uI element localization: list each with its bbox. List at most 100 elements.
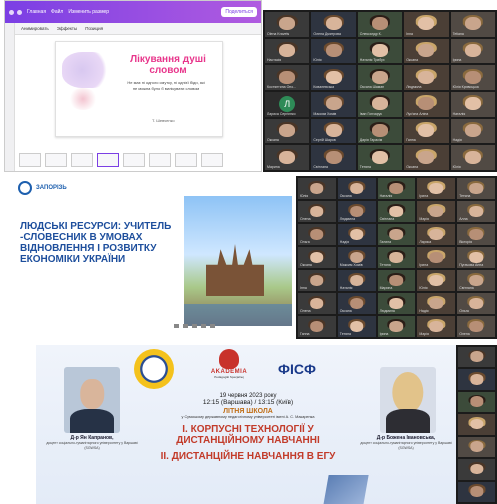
- slide-thumb[interactable]: [19, 153, 41, 167]
- participant-tile[interactable]: Оксана: [337, 178, 376, 199]
- participant-tile[interactable]: [458, 459, 495, 480]
- participant-tile[interactable]: Лук'яна Аліна: [404, 91, 449, 117]
- next-slide-icon[interactable]: [210, 323, 215, 328]
- participant-tile[interactable]: Ковалевська: [311, 65, 356, 90]
- participant-tile[interactable]: Тетяна: [357, 145, 403, 170]
- share-button[interactable]: Поделиться: [221, 7, 257, 17]
- participant-tile[interactable]: Світлана: [311, 145, 356, 170]
- participant-tile[interactable]: Вікторія: [457, 224, 495, 245]
- participant-tile[interactable]: Ольга: [457, 293, 495, 314]
- participant-tile[interactable]: Юлія Кривоцька: [450, 65, 495, 90]
- participant-face: [469, 205, 483, 217]
- slide-thumb[interactable]: [71, 153, 93, 167]
- participant-name: Ганна: [406, 138, 416, 143]
- menu-resize[interactable]: Изменить размер: [68, 9, 109, 15]
- participant-tile[interactable]: Юлія: [311, 38, 356, 64]
- participant-tile[interactable]: Алла: [457, 201, 495, 222]
- participant-tile[interactable]: Олена: [457, 316, 495, 337]
- presentation-controls: [174, 322, 274, 329]
- participant-tile[interactable]: Марина: [265, 145, 310, 170]
- participant-tile[interactable]: Ірина: [377, 316, 416, 337]
- participant-tile[interactable]: Оксана: [265, 118, 310, 144]
- participant-tile[interactable]: Оксана Шаман: [357, 65, 403, 90]
- toolbar-effects[interactable]: Эффекты: [57, 26, 77, 31]
- participant-tile[interactable]: Марина: [377, 270, 416, 291]
- participant-tile[interactable]: Оксана: [298, 247, 336, 268]
- slide-thumb[interactable]: [175, 153, 197, 167]
- participant-tile[interactable]: Надія: [417, 293, 456, 314]
- participant-tile[interactable]: Юлія: [450, 145, 495, 170]
- participant-tile[interactable]: Олександр К.: [357, 12, 403, 37]
- prev-slide-icon[interactable]: [174, 323, 179, 328]
- participant-tile[interactable]: [458, 414, 495, 435]
- participant-tile[interactable]: Сергій Шаров: [311, 118, 356, 144]
- participant-tile[interactable]: Максим Хомів: [337, 247, 376, 268]
- participant-tile[interactable]: Л Лариса Сергієнко: [265, 91, 310, 117]
- participant-tile[interactable]: Тетяна: [457, 178, 495, 199]
- participant-tile[interactable]: Надія: [450, 118, 495, 144]
- participant-tile[interactable]: Дарія Гарасім: [357, 118, 403, 144]
- participant-tile[interactable]: Юлія: [298, 178, 336, 199]
- participant-tile[interactable]: Тетяна: [337, 316, 376, 337]
- participant-tile[interactable]: [458, 481, 495, 502]
- participant-tile[interactable]: Лариса: [417, 224, 456, 245]
- participant-tile[interactable]: Світлана: [457, 270, 495, 291]
- menu-home[interactable]: Главная: [27, 9, 46, 15]
- toolbar-position[interactable]: Позиция: [85, 26, 103, 31]
- participant-tile[interactable]: Олена: [298, 201, 336, 222]
- participant-tile[interactable]: Ганна: [298, 316, 336, 337]
- participant-tile[interactable]: Людмила: [337, 201, 376, 222]
- participant-tile[interactable]: Tetiana: [450, 12, 495, 37]
- participant-tile[interactable]: Олена Дмитрова: [311, 12, 356, 37]
- menu-file[interactable]: Файл: [51, 9, 63, 15]
- slide-thumb[interactable]: [45, 153, 67, 167]
- participant-tile[interactable]: Olena Kravets: [265, 12, 310, 37]
- participant-tile[interactable]: Ірина: [417, 178, 456, 199]
- participant-tile[interactable]: Марія: [417, 201, 456, 222]
- participant-tile[interactable]: Ганна: [404, 118, 449, 144]
- slide-thumb-active[interactable]: [97, 153, 119, 167]
- pen-icon[interactable]: [192, 323, 197, 328]
- participant-tile[interactable]: Пугачова Анна: [457, 247, 495, 268]
- participant-tile[interactable]: Надія: [337, 224, 376, 245]
- participant-tile[interactable]: Людмила: [377, 293, 416, 314]
- zoom-icon[interactable]: [201, 323, 206, 328]
- participant-tile[interactable]: Інна: [298, 270, 336, 291]
- participant-tile[interactable]: Ольга: [298, 224, 336, 245]
- slide-thumb[interactable]: [149, 153, 171, 167]
- slide-thumb[interactable]: [201, 153, 223, 167]
- toolbar-animate[interactable]: Анимировать: [21, 26, 49, 31]
- participant-tile[interactable]: Іван Гончарук: [357, 91, 403, 117]
- participant-tile[interactable]: [458, 391, 495, 413]
- participant-tile[interactable]: Людмила: [404, 65, 449, 90]
- participant-tile[interactable]: Тетяна: [377, 247, 416, 268]
- participant-face: [464, 44, 481, 57]
- participant-tile[interactable]: Оксана: [337, 293, 376, 314]
- participant-tile[interactable]: Юлія: [417, 270, 456, 291]
- participant-tile[interactable]: Костянтина Оно...: [265, 65, 310, 90]
- participant-tile[interactable]: Inna: [404, 12, 449, 37]
- participant-tile[interactable]: Наталія: [337, 270, 376, 291]
- pointer-icon[interactable]: [183, 323, 188, 328]
- menu-dot-icon[interactable]: [17, 9, 22, 15]
- participant-tile[interactable]: Наталія Трибух: [357, 38, 403, 64]
- participant-tile[interactable]: [458, 369, 495, 390]
- participant-tile[interactable]: Світлана: [377, 201, 416, 222]
- participant-tile[interactable]: Наталія: [377, 178, 416, 199]
- participant-tile[interactable]: Олена: [298, 293, 336, 314]
- menu-dot-icon[interactable]: [9, 9, 14, 15]
- canva-sidebar[interactable]: [5, 23, 15, 171]
- slide-thumb[interactable]: [123, 153, 145, 167]
- participant-tile[interactable]: Ірина: [417, 247, 456, 268]
- participant-tile[interactable]: Наталія: [450, 91, 495, 117]
- slide-canvas[interactable]: Лікування душі словом Не має ні одного с…: [55, 41, 223, 137]
- participant-tile[interactable]: Марія: [417, 316, 456, 337]
- participant-tile[interactable]: Ірина: [450, 38, 495, 64]
- participant-tile[interactable]: Галина: [377, 224, 416, 245]
- participant-tile[interactable]: Максим Хомів: [311, 91, 356, 117]
- participant-tile[interactable]: Настасія: [265, 38, 310, 64]
- participant-tile[interactable]: Оксана: [404, 145, 449, 170]
- participant-tile[interactable]: [458, 347, 495, 368]
- participant-tile[interactable]: [458, 436, 495, 458]
- participant-tile[interactable]: Оксана: [404, 38, 449, 64]
